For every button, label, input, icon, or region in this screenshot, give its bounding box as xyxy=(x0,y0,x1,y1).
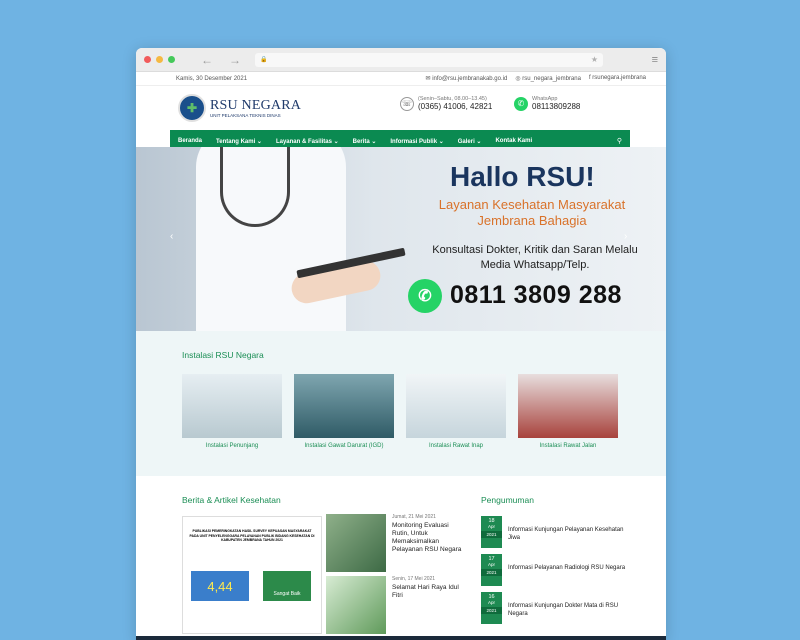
news-date: Jumat, 21 Mei 2021 xyxy=(392,514,436,520)
instalasi-label: Instalasi Rawat Jalan xyxy=(539,443,597,449)
announcement-date-badge: 18 Apr 2021 xyxy=(481,516,502,548)
announcement-date-badge: 16 Apr 2021 xyxy=(481,592,502,624)
poster-title: PUBLIKASI PEMERINGKATAN HASIL SURVEY KEP… xyxy=(189,529,315,542)
slider-next-icon[interactable]: › xyxy=(624,231,627,242)
poster-score-box: 4,44 xyxy=(191,571,249,601)
brand[interactable]: RSU NEGARA UNIT PELAKSANA TEKNIS DINAS xyxy=(210,98,301,118)
poster-grade: Sangat Baik xyxy=(273,591,301,597)
featured-news-poster[interactable]: PUBLIKASI PEMERINGKATAN HASIL SURVEY KEP… xyxy=(182,516,322,634)
news-item[interactable]: Senin, 17 Mei 2021 Selamat Hari Raya Idu… xyxy=(326,576,461,634)
poster-score: 4,44 xyxy=(207,579,233,594)
forward-arrow-icon[interactable]: → xyxy=(229,53,241,67)
hero-banner: Hallo RSU! Layanan Kesehatan Masyarakat … xyxy=(136,147,666,331)
phone-number: (0365) 41006, 42821 xyxy=(418,102,493,111)
back-arrow-icon[interactable]: ← xyxy=(201,53,213,67)
instalasi-label: Instalasi Gawat Darurat (IGD) xyxy=(304,443,384,449)
instalasi-card[interactable]: Instalasi Penunjang xyxy=(182,374,282,449)
instalasi-image xyxy=(406,374,506,438)
hero-text: Konsultasi Dokter, Kritik dan Saran Mela… xyxy=(432,244,638,271)
instalasi-label: Instalasi Penunjang xyxy=(205,443,259,449)
close-window-dot[interactable] xyxy=(144,56,151,63)
instalasi-image xyxy=(294,374,394,438)
instagram-link[interactable]: ◎ rsu_negara_jembrana xyxy=(515,75,581,82)
instalasi-title: Instalasi RSU Negara xyxy=(182,350,264,360)
announcement-title: Informasi Pelayanan Radiologi RSU Negara xyxy=(508,565,626,571)
hero-whatsapp-icon: ✆ xyxy=(408,279,442,313)
news-title: Selamat Hari Raya Idul Fitri xyxy=(392,584,459,599)
bookmark-star-icon[interactable]: ★ xyxy=(591,55,598,64)
nav-item-beranda[interactable]: Beranda xyxy=(178,138,202,144)
whatsapp-icon: ✆ xyxy=(514,96,528,111)
announcement-month: Apr xyxy=(487,562,495,567)
browser-menu-icon[interactable]: ≡ xyxy=(652,54,658,66)
announcement-year: 2021 xyxy=(481,569,502,576)
phone-icon: ☏ xyxy=(400,96,414,111)
maximize-window-dot[interactable] xyxy=(168,56,175,63)
email-link[interactable]: ✉ info@rsu.jembranakab.go.id xyxy=(425,75,507,82)
instalasi-card[interactable]: Instalasi Rawat Inap xyxy=(406,374,506,449)
slider-prev-icon[interactable]: ‹ xyxy=(170,231,173,242)
search-icon[interactable]: ⚲ xyxy=(617,137,622,145)
announcement-month: Apr xyxy=(487,524,495,529)
browser-toolbar: ← → 🔒 ★ ≡ xyxy=(136,48,666,72)
browser-window: ← → 🔒 ★ ≡ Kamis, 30 Desember 2021 ✉ info… xyxy=(136,48,666,640)
brand-name: RSU NEGARA xyxy=(210,98,302,113)
berita-title: Berita & Artikel Kesehatan xyxy=(182,495,281,505)
instalasi-image xyxy=(518,374,618,438)
announcement-year: 2021 xyxy=(481,531,502,538)
pengumuman-title: Pengumuman xyxy=(481,495,534,505)
instalasi-card[interactable]: Instalasi Rawat Jalan xyxy=(518,374,618,449)
top-info-bar: Kamis, 30 Desember 2021 ✉ info@rsu.jembr… xyxy=(136,72,666,86)
nav-item-galeri[interactable]: Galeri ⌄ xyxy=(458,138,482,145)
nav-item-kontak[interactable]: Kontak Kami xyxy=(495,138,532,144)
announcement-item[interactable]: 17 Apr 2021 Informasi Pelayanan Radiolog… xyxy=(481,554,631,588)
news-item[interactable]: Jumat, 21 Mei 2021 Monitoring Evaluasi R… xyxy=(326,514,461,572)
announcement-item[interactable]: 18 Apr 2021 Informasi Kunjungan Pelayana… xyxy=(481,516,631,550)
hospital-logo-icon[interactable]: ✚ xyxy=(178,94,206,122)
nav-item-tentang-kami[interactable]: Tentang Kami ⌄ xyxy=(216,138,262,145)
site-header: ✚ RSU NEGARA UNIT PELAKSANA TEKNIS DINAS… xyxy=(136,86,666,130)
whatsapp-number: 08113809288 xyxy=(532,102,581,111)
phone-info[interactable]: ☏ (Senin–Sabtu, 08.00–13.45) (0365) 4100… xyxy=(400,96,492,111)
announcement-date-badge: 17 Apr 2021 xyxy=(481,554,502,586)
announcement-title: Informasi Kunjungan Pelayanan Kesehatan … xyxy=(508,527,624,541)
poster-grade-box: Sangat Baik xyxy=(263,571,311,601)
instalasi-card[interactable]: Instalasi Gawat Darurat (IGD) xyxy=(294,374,394,449)
instalasi-image xyxy=(182,374,282,438)
nav-item-berita[interactable]: Berita ⌄ xyxy=(353,138,377,145)
announcement-month: Apr xyxy=(487,600,495,605)
facebook-link[interactable]: f rsunegara.jembrana xyxy=(589,75,646,82)
announcement-year: 2021 xyxy=(481,607,502,614)
announcement-title: Informasi Kunjungan Dokter Mata di RSU N… xyxy=(508,603,619,617)
hero-title: Hallo RSU! xyxy=(450,161,595,192)
news-title: Monitoring Evaluasi Rutin, Untuk Memaksi… xyxy=(392,522,462,553)
hero-phone: 0811 3809 288 xyxy=(450,281,622,309)
stethoscope-image xyxy=(220,147,290,227)
announcement-item[interactable]: 16 Apr 2021 Informasi Kunjungan Dokter M… xyxy=(481,592,631,626)
lock-icon: 🔒 xyxy=(260,57,268,63)
whatsapp-info[interactable]: ✆ WhatsApp 08113809288 xyxy=(514,96,580,111)
instalasi-section: Instalasi RSU Negara Instalasi Penunjang… xyxy=(136,331,666,476)
current-date: Kamis, 30 Desember 2021 xyxy=(176,75,248,82)
news-date: Senin, 17 Mei 2021 xyxy=(392,576,436,582)
hero-subtitle: Layanan Kesehatan Masyarakat Jembrana Ba… xyxy=(438,197,626,228)
news-thumbnail xyxy=(326,576,386,634)
nav-item-layanan[interactable]: Layanan & Fasilitas ⌄ xyxy=(276,138,339,145)
address-bar[interactable]: 🔒 ★ xyxy=(255,52,603,67)
footer-strip xyxy=(136,636,666,640)
nav-item-informasi-publik[interactable]: Informasi Publik ⌄ xyxy=(390,138,443,145)
instalasi-label: Instalasi Rawat Inap xyxy=(428,443,484,449)
minimize-window-dot[interactable] xyxy=(156,56,163,63)
news-section: Berita & Artikel Kesehatan Pengumuman PU… xyxy=(136,476,666,640)
news-thumbnail xyxy=(326,514,386,572)
